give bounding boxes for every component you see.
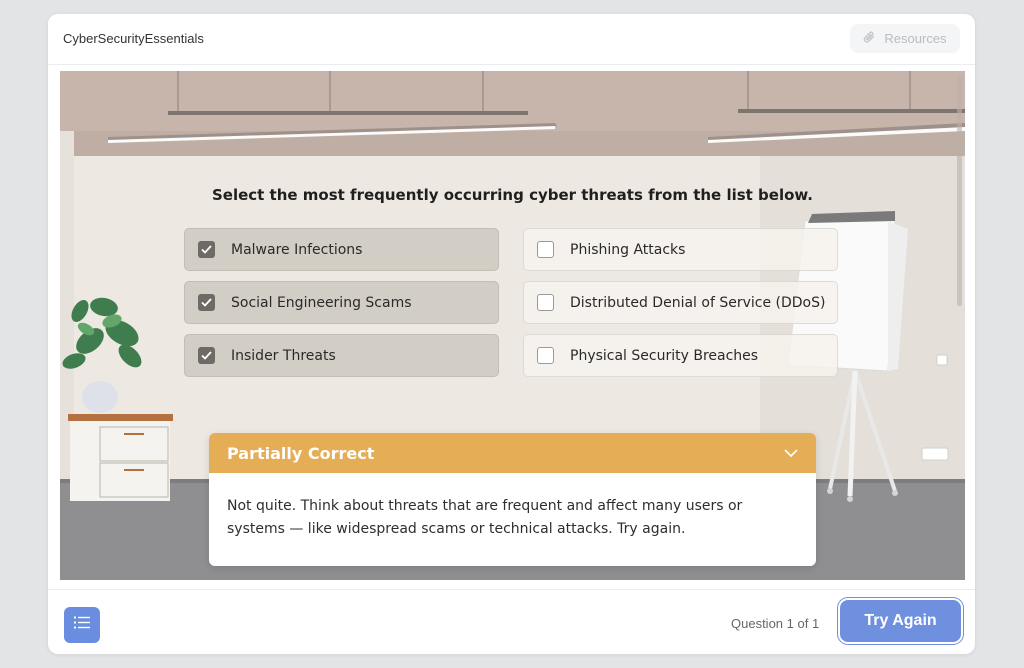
question-counter: Question 1 of 1: [731, 616, 820, 631]
menu-button[interactable]: [64, 607, 100, 643]
checkbox-checked[interactable]: [198, 347, 215, 364]
feedback-panel: Partially Correct Not quite. Think about…: [209, 433, 816, 566]
option-ddos[interactable]: Distributed Denial of Service (DDoS): [523, 281, 838, 324]
option-phishing-attacks[interactable]: Phishing Attacks: [523, 228, 838, 271]
option-label: Phishing Attacks: [570, 241, 686, 258]
checkbox-unchecked[interactable]: [537, 347, 554, 364]
option-label: Malware Infections: [231, 241, 363, 258]
option-label: Social Engineering Scams: [231, 294, 412, 311]
course-title: CyberSecurityEssentials: [63, 31, 204, 46]
lesson-card: CyberSecurityEssentials Resources Select…: [48, 14, 975, 654]
option-label: Insider Threats: [231, 347, 336, 364]
feedback-header[interactable]: Partially Correct: [209, 433, 816, 473]
resources-label: Resources: [884, 31, 947, 46]
checkbox-checked[interactable]: [198, 241, 215, 258]
paperclip-icon: [863, 30, 876, 47]
option-insider-threats[interactable]: Insider Threats: [184, 334, 499, 377]
question-prompt: Select the most frequently occurring cyb…: [211, 186, 814, 204]
option-physical-security-breaches[interactable]: Physical Security Breaches: [523, 334, 838, 377]
option-malware-infections[interactable]: Malware Infections: [184, 228, 499, 271]
chevron-down-icon[interactable]: [784, 444, 798, 462]
checkbox-checked[interactable]: [198, 294, 215, 311]
feedback-title: Partially Correct: [227, 443, 375, 463]
try-again-button[interactable]: Try Again: [840, 600, 961, 642]
option-label: Physical Security Breaches: [570, 347, 759, 364]
top-bar: CyberSecurityEssentials Resources: [48, 14, 975, 65]
resources-button[interactable]: Resources: [850, 24, 960, 53]
checkbox-unchecked[interactable]: [537, 241, 554, 258]
checkbox-unchecked[interactable]: [537, 294, 554, 311]
option-social-engineering-scams[interactable]: Social Engineering Scams: [184, 281, 499, 324]
list-icon: [74, 616, 90, 634]
option-label: Distributed Denial of Service (DDoS): [570, 294, 826, 311]
bottom-bar: Question 1 of 1 Try Again: [48, 589, 975, 655]
feedback-message: Not quite. Think about threats that are …: [227, 498, 743, 537]
slide-stage: Select the most frequently occurring cyb…: [60, 71, 965, 580]
